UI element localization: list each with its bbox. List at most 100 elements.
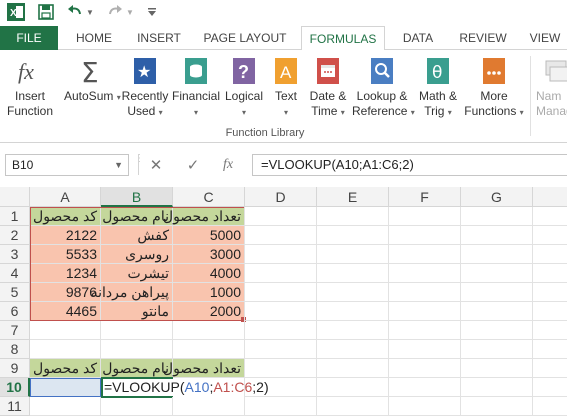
cell-b10-editing[interactable]: =VLOOKUP(A10;A1:C6;2): [101, 377, 269, 398]
redo-icon[interactable]: [106, 3, 124, 21]
hline-10: [245, 396, 567, 397]
select-all-corner[interactable]: [0, 187, 30, 207]
row-header-4[interactable]: 4: [0, 264, 30, 283]
recently-used-button[interactable]: ★ Recently Used ▾: [120, 56, 170, 120]
financial-button[interactable]: Financial ▾: [172, 56, 220, 120]
group-separator: [530, 56, 531, 136]
row-header-9[interactable]: 9: [0, 359, 30, 378]
tab-home[interactable]: HOME: [66, 26, 122, 50]
cell-a6[interactable]: 4465: [30, 302, 101, 321]
more-dots-book-icon: [479, 56, 509, 86]
formula-prefix: =VLOOKUP(: [104, 379, 185, 395]
row-header-6[interactable]: 6: [0, 302, 30, 321]
text-button[interactable]: A Text ▾: [268, 56, 304, 120]
column-header-e[interactable]: E: [317, 187, 389, 207]
column-header-g[interactable]: G: [461, 187, 533, 207]
column-header-c[interactable]: C: [173, 187, 245, 207]
hline-1: [245, 225, 567, 226]
cell-b2[interactable]: کفش: [101, 226, 173, 245]
row-header-3[interactable]: 3: [0, 245, 30, 264]
cell-c2[interactable]: 5000: [173, 226, 245, 245]
column-header-h[interactable]: [533, 187, 567, 207]
redo-dropdown-icon[interactable]: ▼: [125, 3, 135, 21]
name-tag-icon: [542, 56, 567, 86]
cell-c3[interactable]: 3000: [173, 245, 245, 264]
cell-a9[interactable]: کد محصول: [30, 359, 101, 378]
cell-c7[interactable]: [173, 321, 245, 340]
sigma-icon: Σ: [77, 56, 107, 86]
column-header-d[interactable]: D: [245, 187, 317, 207]
svg-text:★: ★: [137, 62, 151, 81]
cell-a11[interactable]: [30, 397, 101, 416]
cell-b4[interactable]: تیشرت: [101, 264, 173, 283]
row-header-1[interactable]: 1: [0, 207, 30, 226]
cell-c5[interactable]: 1000: [173, 283, 245, 302]
cell-a1[interactable]: کد محصول: [30, 207, 101, 226]
cell-c8[interactable]: [173, 340, 245, 359]
excel-logo-icon: X: [6, 3, 26, 21]
cell-b6[interactable]: مانتو: [101, 302, 173, 321]
more-functions-button[interactable]: More Functions ▾: [464, 56, 524, 120]
save-icon[interactable]: [36, 3, 56, 21]
svg-text:θ: θ: [432, 63, 442, 83]
cell-b3[interactable]: روسری: [101, 245, 173, 264]
quick-access-toolbar: X ▼ ▼: [0, 0, 567, 26]
logical-button[interactable]: ? Logical ▾: [222, 56, 266, 120]
cell-c9[interactable]: تعداد محصول: [163, 359, 245, 378]
undo-icon[interactable]: [66, 3, 84, 21]
tab-file[interactable]: FILE: [0, 26, 58, 50]
date-time-button[interactable]: Date & Time ▾: [306, 56, 350, 120]
hline-3: [245, 263, 567, 264]
gridline-f-g: [460, 207, 461, 416]
row-header-7[interactable]: 7: [0, 321, 30, 340]
cell-b8[interactable]: [101, 340, 173, 359]
column-header-f[interactable]: F: [389, 187, 461, 207]
autosum-button[interactable]: Σ AutoSum ▾: [64, 56, 121, 105]
cell-a8[interactable]: [30, 340, 101, 359]
name-box[interactable]: B10 ▼: [5, 154, 129, 176]
name-box-dropdown-icon[interactable]: ▼: [114, 155, 123, 175]
tab-page-layout[interactable]: PAGE LAYOUT: [196, 26, 294, 50]
formula-bar: B10 ▼ ⋮ ✕ ✓ fx =VLOOKUP(A10;A1:C6;2): [0, 143, 567, 185]
cell-c11[interactable]: [173, 397, 245, 416]
tab-view[interactable]: VIEW: [522, 26, 567, 50]
undo-dropdown-icon[interactable]: ▼: [85, 3, 95, 21]
cell-b7[interactable]: [101, 321, 173, 340]
enter-entry-button[interactable]: ✓: [181, 154, 205, 176]
formula-input[interactable]: =VLOOKUP(A10;A1:C6;2): [252, 154, 567, 176]
cell-c1[interactable]: تعداد محصول: [163, 207, 245, 226]
fx-icon: fx: [15, 56, 45, 86]
tab-formulas[interactable]: FORMULAS: [301, 26, 385, 51]
column-header-b[interactable]: B: [101, 187, 173, 207]
customize-qat-icon[interactable]: [146, 3, 158, 21]
gridline-e-f: [388, 207, 389, 416]
row-header-11[interactable]: 11: [0, 397, 30, 416]
calendar-book-icon: [313, 56, 343, 86]
cell-c6[interactable]: 2000: [173, 302, 245, 321]
cell-b11[interactable]: [101, 397, 173, 416]
cell-c4[interactable]: 4000: [173, 264, 245, 283]
row-header-2[interactable]: 2: [0, 226, 30, 245]
insert-function-fx-button[interactable]: fx: [216, 154, 240, 176]
cell-a3[interactable]: 5533: [30, 245, 101, 264]
tab-data[interactable]: DATA: [392, 26, 444, 50]
name-manager-button[interactable]: Nam Manag: [536, 56, 567, 119]
hline-2: [245, 244, 567, 245]
cell-a10[interactable]: [30, 378, 101, 397]
insert-function-button[interactable]: fx Insert Function: [4, 56, 56, 119]
theta-book-icon: θ: [423, 56, 453, 86]
cancel-entry-button[interactable]: ✕: [144, 154, 168, 176]
hline-5: [245, 301, 567, 302]
tab-review[interactable]: REVIEW: [452, 26, 514, 50]
math-trig-button[interactable]: θ Math & Trig ▾: [414, 56, 462, 120]
cell-a7[interactable]: [30, 321, 101, 340]
cell-b5[interactable]: پیراهن مردانه: [91, 283, 173, 302]
column-header-a[interactable]: A: [30, 187, 101, 207]
row-header-8[interactable]: 8: [0, 340, 30, 359]
lookup-reference-button[interactable]: Lookup & Reference ▾: [352, 56, 415, 120]
row-header-10[interactable]: 10: [0, 378, 30, 397]
cell-a2[interactable]: 2122: [30, 226, 101, 245]
tab-insert[interactable]: INSERT: [130, 26, 188, 50]
cell-a4[interactable]: 1234: [30, 264, 101, 283]
row-header-5[interactable]: 5: [0, 283, 30, 302]
